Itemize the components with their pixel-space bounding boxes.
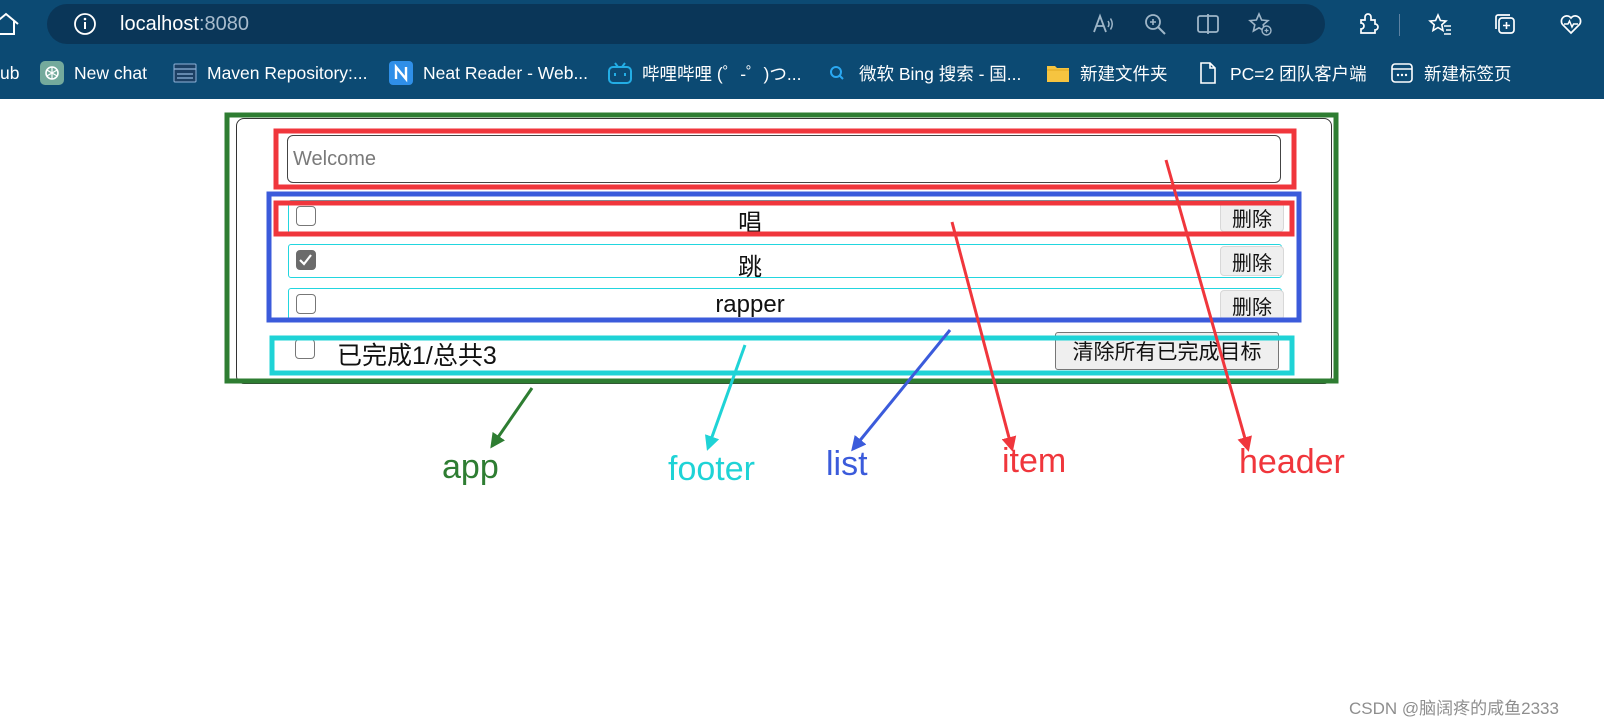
- list-arrow: [851, 329, 952, 452]
- list-annotation-box: [266, 191, 1302, 323]
- footer-arrow: [704, 344, 747, 451]
- annotation-overlay: [224, 112, 1339, 452]
- footer-annotation-box: [269, 335, 1295, 376]
- app-label: app: [442, 448, 499, 486]
- app-arrow: [490, 387, 534, 449]
- watermark: CSDN @脑阔疼的咸鱼2333: [1349, 699, 1559, 718]
- list-label: list: [826, 445, 868, 483]
- app-annotation-box: [224, 112, 1339, 384]
- header-label: header: [1239, 443, 1345, 481]
- header-annotation-box: [273, 128, 1297, 190]
- footer-label: footer: [668, 450, 755, 488]
- item-label: item: [1002, 442, 1067, 480]
- item-annotation-box: [273, 200, 1295, 237]
